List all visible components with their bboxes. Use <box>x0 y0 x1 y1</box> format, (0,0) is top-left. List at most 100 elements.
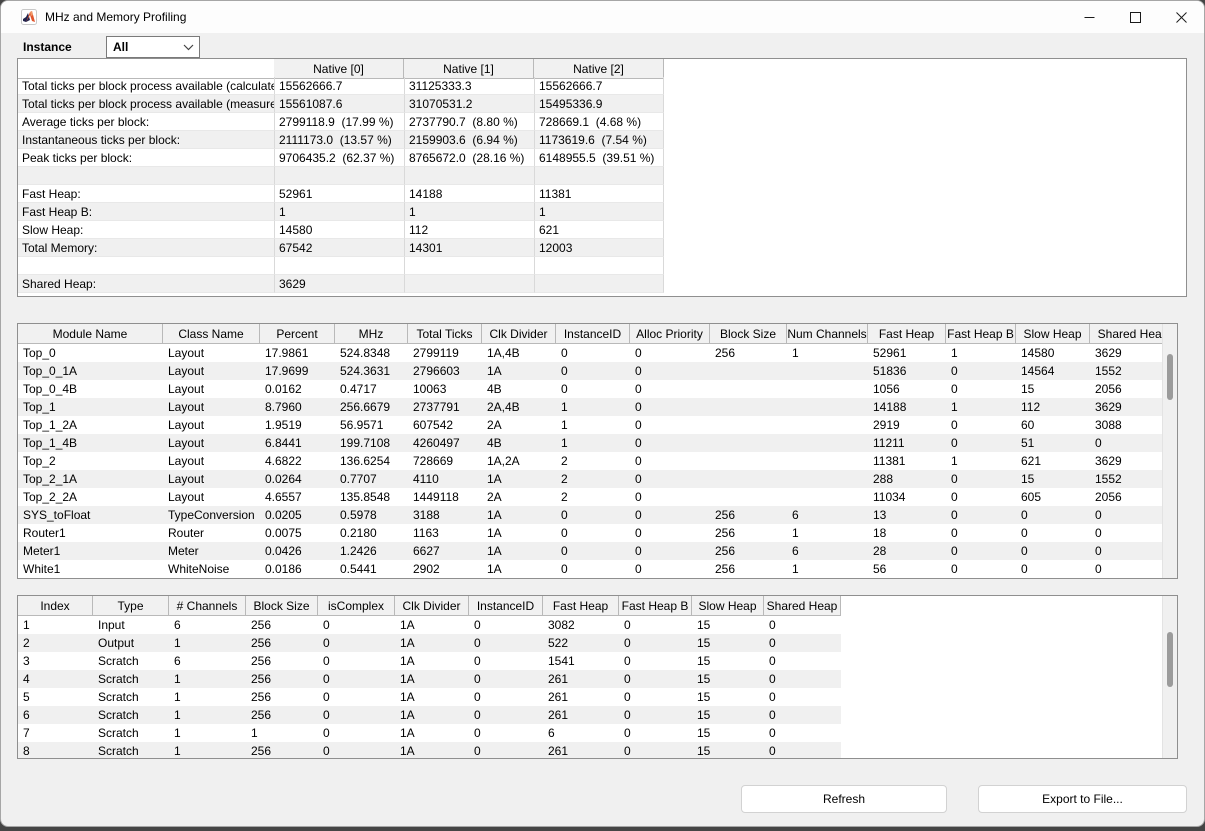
cell[interactable]: 28 <box>868 542 946 560</box>
cell[interactable]: Meter1 <box>18 542 163 560</box>
cell[interactable]: 51 <box>1016 434 1090 452</box>
cell[interactable]: 1A <box>395 688 469 706</box>
cell[interactable]: 261 <box>543 688 619 706</box>
cell[interactable] <box>710 380 787 398</box>
cell[interactable]: 1 <box>556 416 630 434</box>
column-header[interactable]: Fast Heap B <box>619 596 692 616</box>
cell[interactable]: 51836 <box>868 362 946 380</box>
cell[interactable]: 0 <box>630 416 710 434</box>
column-header[interactable]: Fast Heap B <box>946 324 1016 344</box>
cell[interactable]: Input <box>93 616 169 634</box>
summary-cell[interactable]: 2111173.0 (13.57 %) <box>274 131 404 149</box>
cell[interactable]: 2A <box>482 488 556 506</box>
cell[interactable]: 1A <box>482 470 556 488</box>
cell[interactable]: 0 <box>630 542 710 560</box>
cell[interactable]: 1A <box>395 616 469 634</box>
cell[interactable]: 1 <box>787 524 868 542</box>
cell[interactable]: 0 <box>556 506 630 524</box>
cell[interactable]: 1A <box>395 652 469 670</box>
cell[interactable]: 15 <box>692 634 764 652</box>
cell[interactable]: 2 <box>556 470 630 488</box>
cell[interactable]: 728669 <box>408 452 482 470</box>
cell[interactable]: 1 <box>169 724 246 742</box>
cell[interactable]: 0 <box>946 380 1016 398</box>
cell[interactable]: 1056 <box>868 380 946 398</box>
cell[interactable]: 1.9519 <box>260 416 335 434</box>
cell[interactable]: Router <box>163 524 260 542</box>
cell[interactable]: 607542 <box>408 416 482 434</box>
cell[interactable]: 0 <box>1016 560 1090 578</box>
cell[interactable]: 0 <box>630 398 710 416</box>
cell[interactable]: 0 <box>630 362 710 380</box>
column-header[interactable]: Clk Divider <box>395 596 469 616</box>
cell[interactable]: 0.0186 <box>260 560 335 578</box>
cell[interactable]: 6.8441 <box>260 434 335 452</box>
cell[interactable]: 15 <box>692 670 764 688</box>
cell[interactable]: 1 <box>946 452 1016 470</box>
cell[interactable]: 0 <box>619 652 692 670</box>
column-header[interactable]: InstanceID <box>469 596 543 616</box>
cell[interactable]: 2796603 <box>408 362 482 380</box>
cell[interactable] <box>787 380 868 398</box>
cell[interactable]: Scratch <box>93 670 169 688</box>
cell[interactable]: 256 <box>710 542 787 560</box>
cell[interactable]: 0 <box>1016 506 1090 524</box>
summary-cell[interactable]: 2799118.9 (17.99 %) <box>274 113 404 131</box>
cell[interactable]: 261 <box>543 670 619 688</box>
cell[interactable]: 14580 <box>1016 344 1090 362</box>
summary-cell[interactable]: 3629 <box>274 275 404 293</box>
column-header[interactable]: Slow Heap <box>1016 324 1090 344</box>
cell[interactable]: Layout <box>163 416 260 434</box>
cell[interactable]: 15 <box>692 724 764 742</box>
cell[interactable]: Meter <box>163 542 260 560</box>
cell[interactable]: 3188 <box>408 506 482 524</box>
cell[interactable]: 0 <box>630 470 710 488</box>
cell[interactable] <box>787 488 868 506</box>
summary-cell[interactable]: 15562666.7 <box>274 77 404 95</box>
cell[interactable]: 1A <box>395 742 469 759</box>
cell[interactable]: 0 <box>469 616 543 634</box>
cell[interactable]: 13 <box>868 506 946 524</box>
summary-cell[interactable]: 2737790.7 (8.80 %) <box>404 113 534 131</box>
cell[interactable]: 52961 <box>868 344 946 362</box>
cell[interactable]: 1A <box>395 724 469 742</box>
cell[interactable]: 0 <box>946 506 1016 524</box>
cell[interactable]: 0 <box>318 742 395 759</box>
cell[interactable]: 0 <box>946 434 1016 452</box>
cell[interactable]: 256 <box>246 634 318 652</box>
cell[interactable]: 1 <box>946 398 1016 416</box>
cell[interactable]: 8.7960 <box>260 398 335 416</box>
summary-cell[interactable]: 112 <box>404 221 534 239</box>
buffer-table-scrollbar[interactable] <box>1162 596 1177 758</box>
cell[interactable]: Top_1 <box>18 398 163 416</box>
cell[interactable]: 0 <box>764 670 841 688</box>
cell[interactable]: 1449118 <box>408 488 482 506</box>
cell[interactable]: 0 <box>630 488 710 506</box>
cell[interactable]: 256 <box>710 560 787 578</box>
cell[interactable]: 1A <box>482 362 556 380</box>
cell[interactable]: 0 <box>556 524 630 542</box>
cell[interactable]: 6 <box>787 506 868 524</box>
cell[interactable]: 6 <box>787 542 868 560</box>
cell[interactable]: 0 <box>946 470 1016 488</box>
cell[interactable]: 11034 <box>868 488 946 506</box>
summary-cell[interactable]: 621 <box>534 221 664 239</box>
cell[interactable]: Layout <box>163 470 260 488</box>
column-header[interactable]: MHz <box>335 324 408 344</box>
cell[interactable]: 1541 <box>543 652 619 670</box>
cell[interactable]: Layout <box>163 362 260 380</box>
column-header[interactable]: Index <box>18 596 93 616</box>
cell[interactable]: 15 <box>1016 380 1090 398</box>
cell[interactable]: Top_1_4B <box>18 434 163 452</box>
cell[interactable]: 1A <box>482 506 556 524</box>
summary-cell[interactable] <box>274 167 404 185</box>
minimize-button[interactable] <box>1066 1 1112 33</box>
cell[interactable]: 15 <box>692 742 764 759</box>
cell[interactable]: 0.4717 <box>335 380 408 398</box>
cell[interactable]: 605 <box>1016 488 1090 506</box>
cell[interactable]: 2 <box>556 452 630 470</box>
cell[interactable]: 0 <box>946 488 1016 506</box>
cell[interactable]: 261 <box>543 706 619 724</box>
refresh-button[interactable]: Refresh <box>741 785 947 813</box>
cell[interactable]: 0.5441 <box>335 560 408 578</box>
